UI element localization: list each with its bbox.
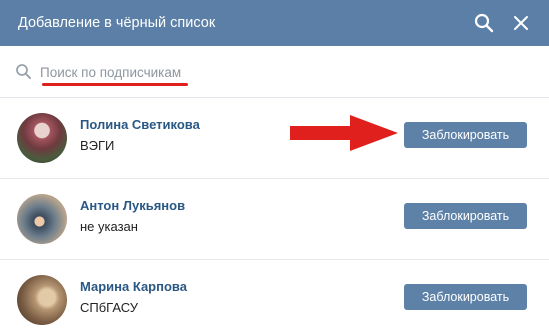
user-subtitle: не указан <box>80 219 138 234</box>
avatar[interactable] <box>17 113 67 163</box>
annotation-arrow-icon <box>290 113 400 153</box>
user-name-link[interactable]: Полина Светикова <box>80 117 200 132</box>
user-subtitle: ВЭГИ <box>80 138 115 153</box>
block-button[interactable]: Заблокировать <box>404 284 527 310</box>
search-icon <box>15 63 32 80</box>
search-icon[interactable] <box>472 11 496 35</box>
user-name-link[interactable]: Марина Карпова <box>80 279 187 294</box>
dialog-title: Добавление в чёрный список <box>18 15 216 31</box>
avatar[interactable] <box>17 275 67 325</box>
user-name-link[interactable]: Антон Лукьянов <box>80 198 185 213</box>
block-button[interactable]: Заблокировать <box>404 122 527 148</box>
annotation-underline <box>42 83 188 86</box>
list-item: Полина Светикова ВЭГИ Заблокировать <box>0 98 549 178</box>
avatar[interactable] <box>17 194 67 244</box>
search-input[interactable] <box>40 58 520 86</box>
user-subtitle: СПбГАСУ <box>80 300 138 315</box>
dialog-header: Добавление в чёрный список <box>0 0 549 46</box>
search-bar <box>0 46 549 98</box>
list-item: Марина Карпова СПбГАСУ Заблокировать <box>0 259 549 332</box>
list-item: Антон Лукьянов не указан Заблокировать <box>0 178 549 258</box>
block-button[interactable]: Заблокировать <box>404 203 527 229</box>
close-icon[interactable] <box>509 11 533 35</box>
